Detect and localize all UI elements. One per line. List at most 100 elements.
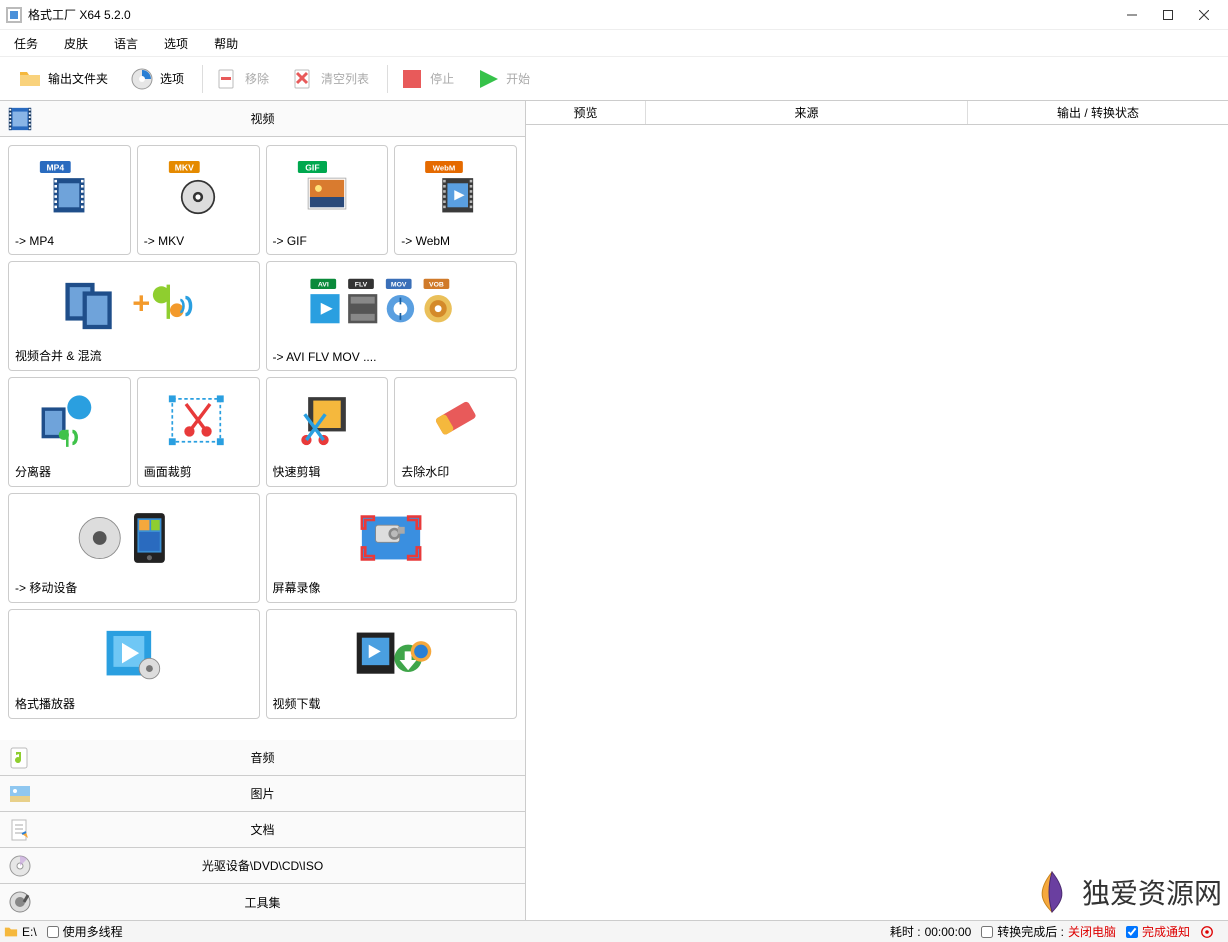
player-icon (15, 616, 253, 691)
col-preview[interactable]: 预览 (526, 101, 646, 124)
tile-download-label: 视频下载 (273, 691, 511, 712)
clear-list-button[interactable]: 清空列表 (283, 63, 377, 95)
tile-merge-mux-label: 视频合并 & 混流 (15, 343, 253, 364)
minimize-button[interactable] (1114, 3, 1150, 27)
quick-trim-icon (273, 384, 382, 459)
tile-mobile-label: -> 移动设备 (15, 575, 253, 596)
notify-group: 完成通知 (1126, 923, 1190, 940)
stop-label: 停止 (430, 70, 454, 87)
col-source[interactable]: 来源 (646, 101, 968, 124)
tile-remove-watermark[interactable]: 去除水印 (394, 377, 517, 487)
more-formats-icon: AVI FLV MOV VOB (273, 268, 511, 346)
tile-screen-record[interactable]: 屏幕录像 (266, 493, 518, 603)
tile-player-label: 格式播放器 (15, 691, 253, 712)
clear-list-label: 清空列表 (321, 70, 369, 87)
tile-crop[interactable]: 画面裁剪 (137, 377, 260, 487)
category-disc-header[interactable]: 光驱设备\DVD\CD\ISO (0, 848, 525, 884)
output-drive-button[interactable]: E:\ (4, 925, 37, 939)
stop-button[interactable]: 停止 (392, 63, 462, 95)
svg-text:MKV: MKV (175, 162, 194, 172)
tile-gif[interactable]: GIF -> GIF (266, 145, 389, 255)
merge-mux-icon: + (15, 268, 253, 343)
tile-quick-trim[interactable]: 快速剪辑 (266, 377, 389, 487)
window-title: 格式工厂 X64 5.2.0 (28, 6, 131, 23)
mkv-icon: MKV (144, 152, 253, 230)
elapsed-label: 耗时 : (890, 923, 921, 940)
tile-mobile[interactable]: -> 移动设备 (8, 493, 260, 603)
options-label: 选项 (160, 70, 184, 87)
clear-list-icon (291, 67, 315, 91)
menu-help[interactable]: 帮助 (210, 33, 242, 54)
multithread-option[interactable]: 使用多线程 (47, 923, 123, 940)
notify-checkbox[interactable] (1126, 926, 1138, 938)
svg-text:WebM: WebM (432, 163, 455, 172)
category-picture-header[interactable]: 图片 (0, 776, 525, 812)
menu-options[interactable]: 选项 (160, 33, 192, 54)
category-document-header[interactable]: 文档 (0, 812, 525, 848)
output-folder-button[interactable]: 输出文件夹 (10, 63, 116, 95)
tile-splitter[interactable]: 分离器 (8, 377, 131, 487)
output-folder-label: 输出文件夹 (48, 70, 108, 87)
left-panel: 视频 MP4 -> MP4 MKV (0, 101, 526, 920)
elapsed-time: 耗时 : 00:00:00 (890, 923, 971, 940)
statusbar: E:\ 使用多线程 耗时 : 00:00:00 转换完成后 : 关闭电脑 完成通… (0, 920, 1228, 942)
svg-text:FLV: FLV (355, 281, 368, 288)
tile-download[interactable]: 视频下载 (266, 609, 518, 719)
crop-icon (144, 384, 253, 459)
elapsed-value: 00:00:00 (925, 925, 972, 939)
task-list-body[interactable] (526, 125, 1228, 920)
after-convert-group: 转换完成后 : 关闭电脑 (981, 923, 1116, 940)
category-tools-header[interactable]: 工具集 (0, 884, 525, 920)
category-video-label: 视频 (0, 110, 525, 127)
mobile-icon (15, 500, 253, 575)
menu-task[interactable]: 任务 (10, 33, 42, 54)
remove-button[interactable]: 移除 (207, 63, 277, 95)
category-picture-label: 图片 (0, 785, 525, 802)
tile-player[interactable]: 格式播放器 (8, 609, 260, 719)
svg-text:MOV: MOV (391, 281, 407, 288)
app-icon (6, 7, 22, 23)
col-output-status[interactable]: 输出 / 转换状态 (968, 101, 1228, 124)
tile-more-formats-label: -> AVI FLV MOV .... (273, 346, 511, 364)
maximize-button[interactable] (1150, 3, 1186, 27)
download-icon (273, 616, 511, 691)
tile-mkv-label: -> MKV (144, 230, 253, 248)
tile-screen-record-label: 屏幕录像 (273, 575, 511, 596)
svg-text:MP4: MP4 (47, 162, 65, 172)
close-button[interactable] (1186, 3, 1222, 27)
mp4-icon: MP4 (15, 152, 124, 230)
category-audio-header[interactable]: 音频 (0, 740, 525, 776)
start-label: 开始 (506, 70, 530, 87)
tile-merge-mux[interactable]: + 视频合并 & 混流 (8, 261, 260, 371)
tile-mp4[interactable]: MP4 -> MP4 (8, 145, 131, 255)
notify-label: 完成通知 (1142, 923, 1190, 940)
screen-record-icon (273, 500, 511, 575)
play-icon (476, 67, 500, 91)
tile-mkv[interactable]: MKV -> MKV (137, 145, 260, 255)
statusbar-settings-button[interactable] (1200, 925, 1214, 939)
category-document-label: 文档 (0, 821, 525, 838)
tile-more-formats[interactable]: AVI FLV MOV VOB -> AVI FLV MOV .... (266, 261, 518, 371)
tile-quick-trim-label: 快速剪辑 (273, 459, 382, 480)
category-audio-label: 音频 (0, 749, 525, 766)
svg-text:GIF: GIF (305, 162, 319, 172)
shutdown-label: 关闭电脑 (1068, 923, 1116, 940)
right-panel: 预览 来源 输出 / 转换状态 (526, 101, 1228, 920)
menu-skin[interactable]: 皮肤 (60, 33, 92, 54)
options-icon (130, 67, 154, 91)
category-video-header[interactable]: 视频 (0, 101, 525, 137)
main-body: 视频 MP4 -> MP4 MKV (0, 100, 1228, 920)
svg-text:VOB: VOB (429, 281, 444, 288)
stop-icon (400, 67, 424, 91)
tile-splitter-label: 分离器 (15, 459, 124, 480)
tile-mp4-label: -> MP4 (15, 230, 124, 248)
category-tools-label: 工具集 (0, 894, 525, 911)
options-button[interactable]: 选项 (122, 63, 192, 95)
folder-icon (18, 67, 42, 91)
after-convert-checkbox[interactable] (981, 926, 993, 938)
tile-webm[interactable]: WebM -> WebM (394, 145, 517, 255)
start-button[interactable]: 开始 (468, 63, 538, 95)
menu-language[interactable]: 语言 (110, 33, 142, 54)
multithread-checkbox[interactable] (47, 926, 59, 938)
titlebar: 格式工厂 X64 5.2.0 (0, 0, 1228, 30)
